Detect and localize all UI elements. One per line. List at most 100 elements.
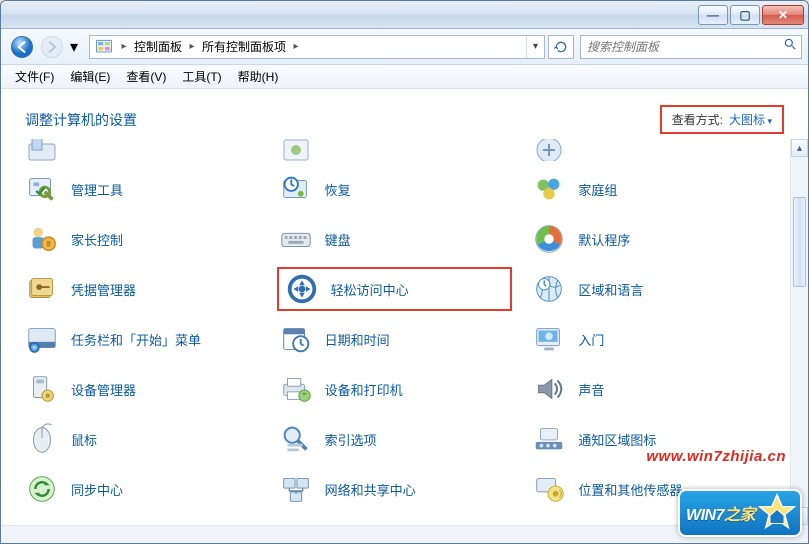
cp-item-label: 家长控制 — [71, 230, 123, 249]
network-sharing-icon — [277, 470, 315, 508]
crumb-sep-icon[interactable]: ▸ — [290, 41, 302, 52]
control-panel-window: — ▢ ✕ ▾ ▸ 控制面板 ▸ 所有控制面板项 ▸ ▾ — [0, 0, 809, 544]
cp-item-getting-started[interactable]: 入门 — [530, 317, 766, 361]
cp-item-notification[interactable]: 通知区域图标 — [530, 417, 766, 461]
cp-item-default-programs[interactable]: 默认程序 — [530, 217, 766, 261]
menu-help[interactable]: 帮助(H) — [230, 66, 287, 88]
cp-item-label: 同步中心 — [71, 480, 123, 499]
cp-item-label: 轻松访问中心 — [331, 280, 409, 299]
breadcrumb-all-items[interactable]: 所有控制面板项 — [198, 38, 290, 55]
date-time-icon — [277, 320, 315, 358]
generic-icon — [23, 139, 61, 161]
address-bar[interactable]: ▸ 控制面板 ▸ 所有控制面板项 ▸ ▾ — [89, 35, 545, 59]
refresh-button[interactable] — [548, 35, 574, 59]
nav-bar: ▾ ▸ 控制面板 ▸ 所有控制面板项 ▸ ▾ — [1, 29, 808, 65]
cp-item-devices-printers[interactable]: 设备和打印机 — [277, 367, 513, 411]
cp-item-label: 索引选项 — [325, 430, 377, 449]
maximize-button[interactable]: ▢ — [730, 5, 760, 25]
cp-item-credential[interactable]: 凭据管理器 — [23, 267, 259, 311]
menu-edit[interactable]: 编辑(E) — [62, 66, 118, 88]
cp-item-homegroup[interactable]: 家庭组 — [530, 167, 766, 211]
ease-access-icon — [283, 270, 321, 308]
search-input[interactable] — [581, 40, 779, 54]
cp-item-date-time[interactable]: 日期和时间 — [277, 317, 513, 361]
nav-history-dropdown[interactable]: ▾ — [67, 33, 81, 61]
crumb-sep-icon[interactable]: ▸ — [118, 41, 130, 52]
cp-item-label: 管理工具 — [71, 180, 123, 199]
cp-item-device-manager[interactable]: 设备管理器 — [23, 367, 259, 411]
cp-item-label: 网络和共享中心 — [325, 480, 416, 499]
search-icon[interactable] — [779, 37, 801, 56]
cp-item-indexing[interactable]: 索引选项 — [277, 417, 513, 461]
cp-item-partial[interactable] — [277, 139, 513, 161]
view-mode-label: 查看方式: — [672, 111, 723, 128]
cp-item-region[interactable]: 区域和语言 — [530, 267, 766, 311]
page-title: 调整计算机的设置 — [25, 110, 137, 130]
cp-item-label: 声音 — [578, 380, 604, 399]
scroll-track[interactable] — [791, 157, 808, 507]
breadcrumb-control-panel[interactable]: 控制面板 — [130, 38, 186, 55]
content-area: 调整计算机的设置 查看方式: 大图标 — [1, 89, 808, 543]
vertical-scrollbar[interactable]: ▲ ▼ — [790, 139, 808, 525]
region-icon — [530, 270, 568, 308]
cp-item-sound[interactable]: 声音 — [530, 367, 766, 411]
title-bar: — ▢ ✕ — [1, 1, 808, 29]
search-box[interactable] — [580, 35, 802, 59]
cp-item-admin-tools[interactable]: 管理工具 — [23, 167, 259, 211]
parental-icon — [23, 220, 61, 258]
cp-item-parental[interactable]: 家长控制 — [23, 217, 259, 261]
back-button[interactable] — [7, 33, 37, 61]
close-button[interactable]: ✕ — [762, 5, 804, 25]
cp-item-label: 默认程序 — [578, 230, 630, 249]
generic-icon — [530, 139, 568, 161]
address-dropdown[interactable]: ▾ — [526, 36, 544, 58]
location-sensors-icon — [530, 470, 568, 508]
cp-item-label: 设备管理器 — [71, 380, 136, 399]
cp-item-recovery[interactable]: 恢复 — [277, 167, 513, 211]
scroll-up-button[interactable]: ▲ — [791, 139, 808, 157]
cp-item-label: 通知区域图标 — [578, 430, 656, 449]
admin-tools-icon — [23, 170, 61, 208]
scroll-corner — [790, 525, 808, 543]
scroll-thumb[interactable] — [793, 197, 806, 287]
content-header: 调整计算机的设置 查看方式: 大图标 — [1, 89, 808, 142]
recovery-icon — [277, 170, 315, 208]
refresh-icon — [554, 40, 568, 54]
generic-icon — [277, 139, 315, 161]
scroll-pane: 管理工具 恢复 家庭组 家长控制 键盘 — [1, 139, 788, 543]
cp-item-label: 恢复 — [325, 180, 351, 199]
scroll-down-button[interactable]: ▼ — [791, 507, 808, 525]
cp-item-taskbar[interactable]: 任务栏和「开始」菜单 — [23, 317, 259, 361]
menu-view[interactable]: 查看(V) — [118, 66, 174, 88]
notification-icon — [530, 420, 568, 458]
cp-item-label: 入门 — [578, 330, 604, 349]
cp-item-label: 家庭组 — [578, 180, 617, 199]
cp-item-partial[interactable] — [23, 139, 259, 161]
horizontal-scrollbar[interactable] — [1, 525, 790, 543]
cp-item-network-sharing[interactable]: 网络和共享中心 — [277, 467, 513, 511]
cp-item-ease-access[interactable]: 轻松访问中心 — [277, 267, 513, 311]
cp-item-label: 日期和时间 — [325, 330, 390, 349]
menu-bar: 文件(F) 编辑(E) 查看(V) 工具(T) 帮助(H) — [1, 65, 808, 89]
view-mode-area: 查看方式: 大图标 — [660, 105, 784, 134]
sync-center-icon — [23, 470, 61, 508]
address-end: ▾ — [526, 36, 544, 58]
menu-tools[interactable]: 工具(T) — [174, 66, 229, 88]
crumb-sep-icon[interactable]: ▸ — [186, 41, 198, 52]
view-mode-dropdown[interactable]: 大图标 — [729, 111, 772, 128]
cp-item-partial[interactable] — [530, 139, 766, 161]
homegroup-icon — [530, 170, 568, 208]
devices-printers-icon — [277, 370, 315, 408]
cp-item-location-sensors[interactable]: 位置和其他传感器 — [530, 467, 766, 511]
cp-item-sync-center[interactable]: 同步中心 — [23, 467, 259, 511]
cp-item-label: 位置和其他传感器 — [578, 480, 682, 499]
cp-item-mouse[interactable]: 鼠标 — [23, 417, 259, 461]
mouse-icon — [23, 420, 61, 458]
forward-button[interactable] — [37, 33, 67, 61]
cp-item-keyboard[interactable]: 键盘 — [277, 217, 513, 261]
indexing-icon — [277, 420, 315, 458]
menu-file[interactable]: 文件(F) — [7, 66, 62, 88]
minimize-button[interactable]: — — [698, 5, 728, 25]
sound-icon — [530, 370, 568, 408]
cp-item-label: 鼠标 — [71, 430, 97, 449]
